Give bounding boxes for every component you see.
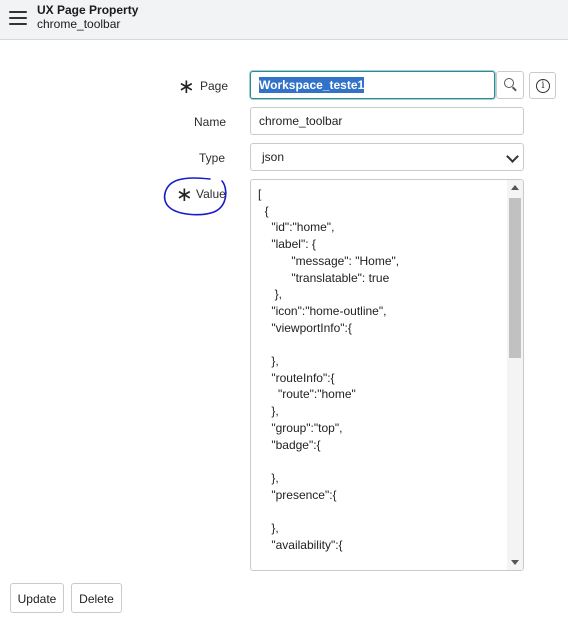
form-header: UX Page Property chrome_toolbar <box>0 0 568 40</box>
hamburger-menu-icon[interactable] <box>9 11 27 25</box>
record-name-subtitle: chrome_toolbar <box>37 17 121 31</box>
chevron-down-icon <box>506 150 519 163</box>
scroll-thumb[interactable] <box>509 198 521 358</box>
annotation-circle <box>163 177 227 216</box>
info-icon: i <box>536 79 550 93</box>
page-label: Page <box>200 79 229 93</box>
page-input[interactable]: Workspace_teste1 <box>250 71 495 99</box>
type-label: Type <box>199 151 226 165</box>
scroll-up-arrow-icon[interactable] <box>511 185 519 190</box>
name-input-value: chrome_toolbar <box>259 114 343 128</box>
type-select[interactable]: json <box>250 143 524 171</box>
textarea-scrollbar[interactable] <box>507 180 523 570</box>
value-textarea[interactable]: [ { "id":"home", "label": { "message": "… <box>250 179 524 571</box>
name-input[interactable]: chrome_toolbar <box>250 107 524 135</box>
page-info-button[interactable]: i <box>529 72 556 99</box>
required-asterisk-icon: ∗ <box>178 74 195 98</box>
update-button[interactable]: Update <box>10 583 64 613</box>
scroll-down-arrow-icon[interactable] <box>511 560 519 565</box>
value-textarea-content: [ { "id":"home", "label": { "message": "… <box>258 187 400 552</box>
type-select-value: json <box>262 150 285 164</box>
page-input-value: Workspace_teste1 <box>259 77 365 93</box>
page-lookup-button[interactable] <box>496 71 524 99</box>
delete-button[interactable]: Delete <box>71 583 122 613</box>
record-type-title: UX Page Property <box>37 3 139 17</box>
name-label: Name <box>194 115 227 129</box>
